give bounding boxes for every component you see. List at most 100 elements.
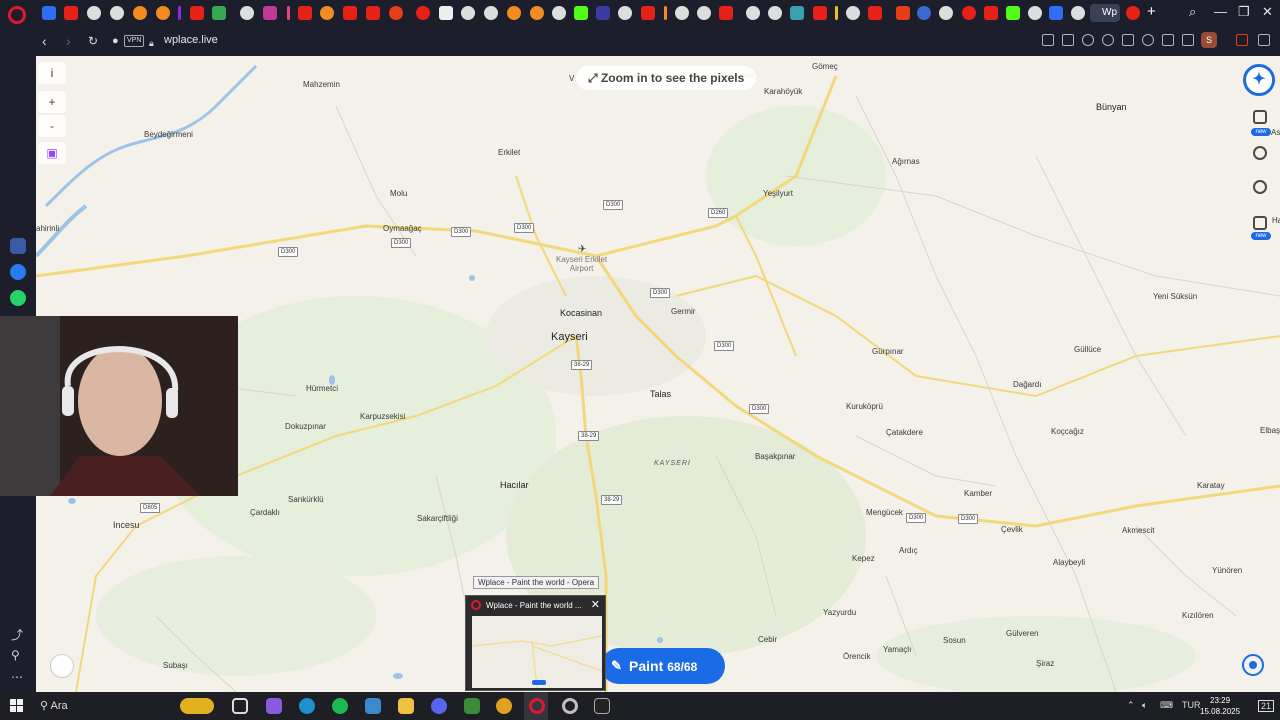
minecraft-icon[interactable] (464, 698, 480, 714)
window-preview[interactable]: Wplace - Paint the world ... ✕ (465, 595, 606, 691)
close-icon[interactable]: ✕ (1262, 5, 1273, 19)
sparkle-icon[interactable] (180, 698, 214, 714)
zoom-in-button[interactable]: + (38, 91, 66, 113)
chrome-icon[interactable] (496, 698, 512, 714)
tab-favicon-grid[interactable] (1049, 6, 1063, 20)
search-tabs-icon[interactable]: ⌕ (1189, 5, 1196, 19)
notification-count[interactable]: 21 (1258, 700, 1275, 712)
tab-favicon-flame[interactable] (530, 6, 544, 20)
tab-favicon-drive[interactable] (212, 6, 226, 20)
reload-icon[interactable]: ↻ (88, 33, 98, 49)
taskbar-search[interactable]: ⚲ Ara (40, 699, 68, 712)
paint-button[interactable]: ✎ Paint 68/68 (601, 648, 725, 684)
tab-favicon-opera[interactable] (962, 6, 976, 20)
forward-icon[interactable]: › (66, 33, 71, 49)
tab-favicon-chrome[interactable] (484, 6, 498, 20)
tab-favicon-chrome[interactable] (1071, 6, 1085, 20)
tab-favicon-chrome[interactable] (846, 6, 860, 20)
tab-favicon-wikipedia[interactable] (439, 6, 453, 20)
keyboard-icon[interactable]: ⌨ (1160, 700, 1173, 711)
tab-favicon-s[interactable] (641, 6, 655, 20)
edge-icon[interactable] (299, 698, 315, 714)
opera-gx-icon[interactable] (562, 698, 578, 714)
zoom-out-button[interactable]: - (38, 115, 66, 137)
tab-favicon-chrome[interactable] (768, 6, 782, 20)
tab-favicon-chrome[interactable] (110, 6, 124, 20)
cube-icon[interactable] (1258, 34, 1270, 46)
alliance-icon[interactable] (1253, 146, 1267, 160)
copilot-icon[interactable] (266, 698, 282, 714)
tab-favicon-teal[interactable] (790, 6, 804, 20)
opera-taskbar-icon[interactable] (529, 698, 545, 714)
tab-favicon-kick[interactable] (574, 6, 588, 20)
tab-favicon-chrome[interactable] (675, 6, 689, 20)
maximize-icon[interactable]: ❐ (1238, 5, 1250, 19)
tab-favicon-yellow[interactable] (835, 6, 838, 20)
minimize-icon[interactable]: — (1214, 5, 1227, 19)
tab-favicon-chrome[interactable] (939, 6, 953, 20)
extension-red-icon[interactable] (1236, 34, 1248, 46)
download-icon[interactable] (1162, 34, 1174, 46)
tab-favicon-youtube[interactable] (1126, 6, 1140, 20)
tab-favicon-red[interactable] (190, 6, 204, 20)
language-indicator[interactable]: TUR (1182, 700, 1201, 710)
tab-favicon-youtube[interactable] (64, 6, 78, 20)
tab-favicon-youtube[interactable] (298, 6, 312, 20)
aria-icon[interactable] (10, 238, 26, 254)
tab-favicon-shield[interactable] (366, 6, 380, 20)
tab-favicon-chrome[interactable] (746, 6, 760, 20)
more-icon[interactable]: ⋯ (11, 670, 23, 684)
spotify-icon[interactable] (332, 698, 348, 714)
tab-favicon-youtube[interactable] (984, 6, 998, 20)
tab-favicon-phone[interactable] (263, 6, 277, 20)
twitch-icon[interactable]: ▣ (38, 142, 66, 164)
shield-icon[interactable] (1082, 34, 1094, 46)
pinboard-icon[interactable]: ⤴ (11, 626, 23, 643)
extensions-icon[interactable] (1102, 34, 1114, 46)
opera-logo-icon[interactable] (8, 6, 26, 24)
clock[interactable]: 23:29 15.08.2025 (1200, 695, 1240, 717)
tab-favicon-pink[interactable] (287, 6, 290, 20)
tab-favicon-chrome[interactable] (697, 6, 711, 20)
tab-favicon-shield[interactable] (719, 6, 733, 20)
tab-favicon-red[interactable] (416, 6, 430, 20)
tab-favicon-flame[interactable] (133, 6, 147, 20)
leaderboard-icon[interactable] (1253, 216, 1267, 230)
edit-icon[interactable] (1042, 34, 1054, 46)
profile-avatar[interactable]: S (1201, 32, 1217, 48)
terminal-icon[interactable] (594, 698, 610, 714)
messenger-icon[interactable] (10, 264, 26, 280)
tab-favicon-shield[interactable] (343, 6, 357, 20)
tab-favicon-flame[interactable] (507, 6, 521, 20)
tab-active-wplace[interactable]: Wp (1090, 4, 1120, 22)
back-icon[interactable]: ‹ (42, 33, 47, 49)
location-icon[interactable]: ● (112, 33, 119, 49)
tab-favicon-orange[interactable] (664, 6, 667, 20)
vpn-badge[interactable]: VPN (124, 35, 145, 47)
tray-chevron-icon[interactable]: ⌃ (1127, 700, 1135, 711)
tab-favicon-chrome[interactable] (240, 6, 254, 20)
search-location-icon[interactable] (1253, 180, 1267, 194)
tab-favicon-blue[interactable] (917, 6, 931, 20)
tab-favicon-chrome[interactable] (618, 6, 632, 20)
player-icon[interactable] (1122, 34, 1134, 46)
tab-favicon-grid[interactable] (42, 6, 56, 20)
tab-favicon-kick[interactable] (1006, 6, 1020, 20)
preview-close-button[interactable]: ✕ (591, 598, 600, 611)
task-view-icon[interactable] (232, 698, 248, 714)
tab-favicon-flame[interactable] (156, 6, 170, 20)
tab-favicon-arrow[interactable] (896, 6, 910, 20)
info-button[interactable]: i (38, 62, 66, 84)
discord-icon[interactable] (431, 698, 447, 714)
whatsapp-icon[interactable] (10, 290, 26, 306)
tab-favicon-youtube[interactable] (813, 6, 827, 20)
preview-thumbnail[interactable] (471, 616, 603, 689)
tab-favicon-chrome[interactable] (552, 6, 566, 20)
lock-icon[interactable]: 🔒︎ (149, 35, 154, 51)
volume-icon[interactable]: 🔈︎ (1142, 700, 1147, 711)
heart-icon[interactable] (1142, 34, 1154, 46)
locate-me-button[interactable] (1242, 654, 1264, 676)
new-tab-button[interactable]: + (1147, 4, 1156, 20)
tab-favicon-youtube[interactable] (868, 6, 882, 20)
menu-icon[interactable] (1182, 34, 1194, 46)
